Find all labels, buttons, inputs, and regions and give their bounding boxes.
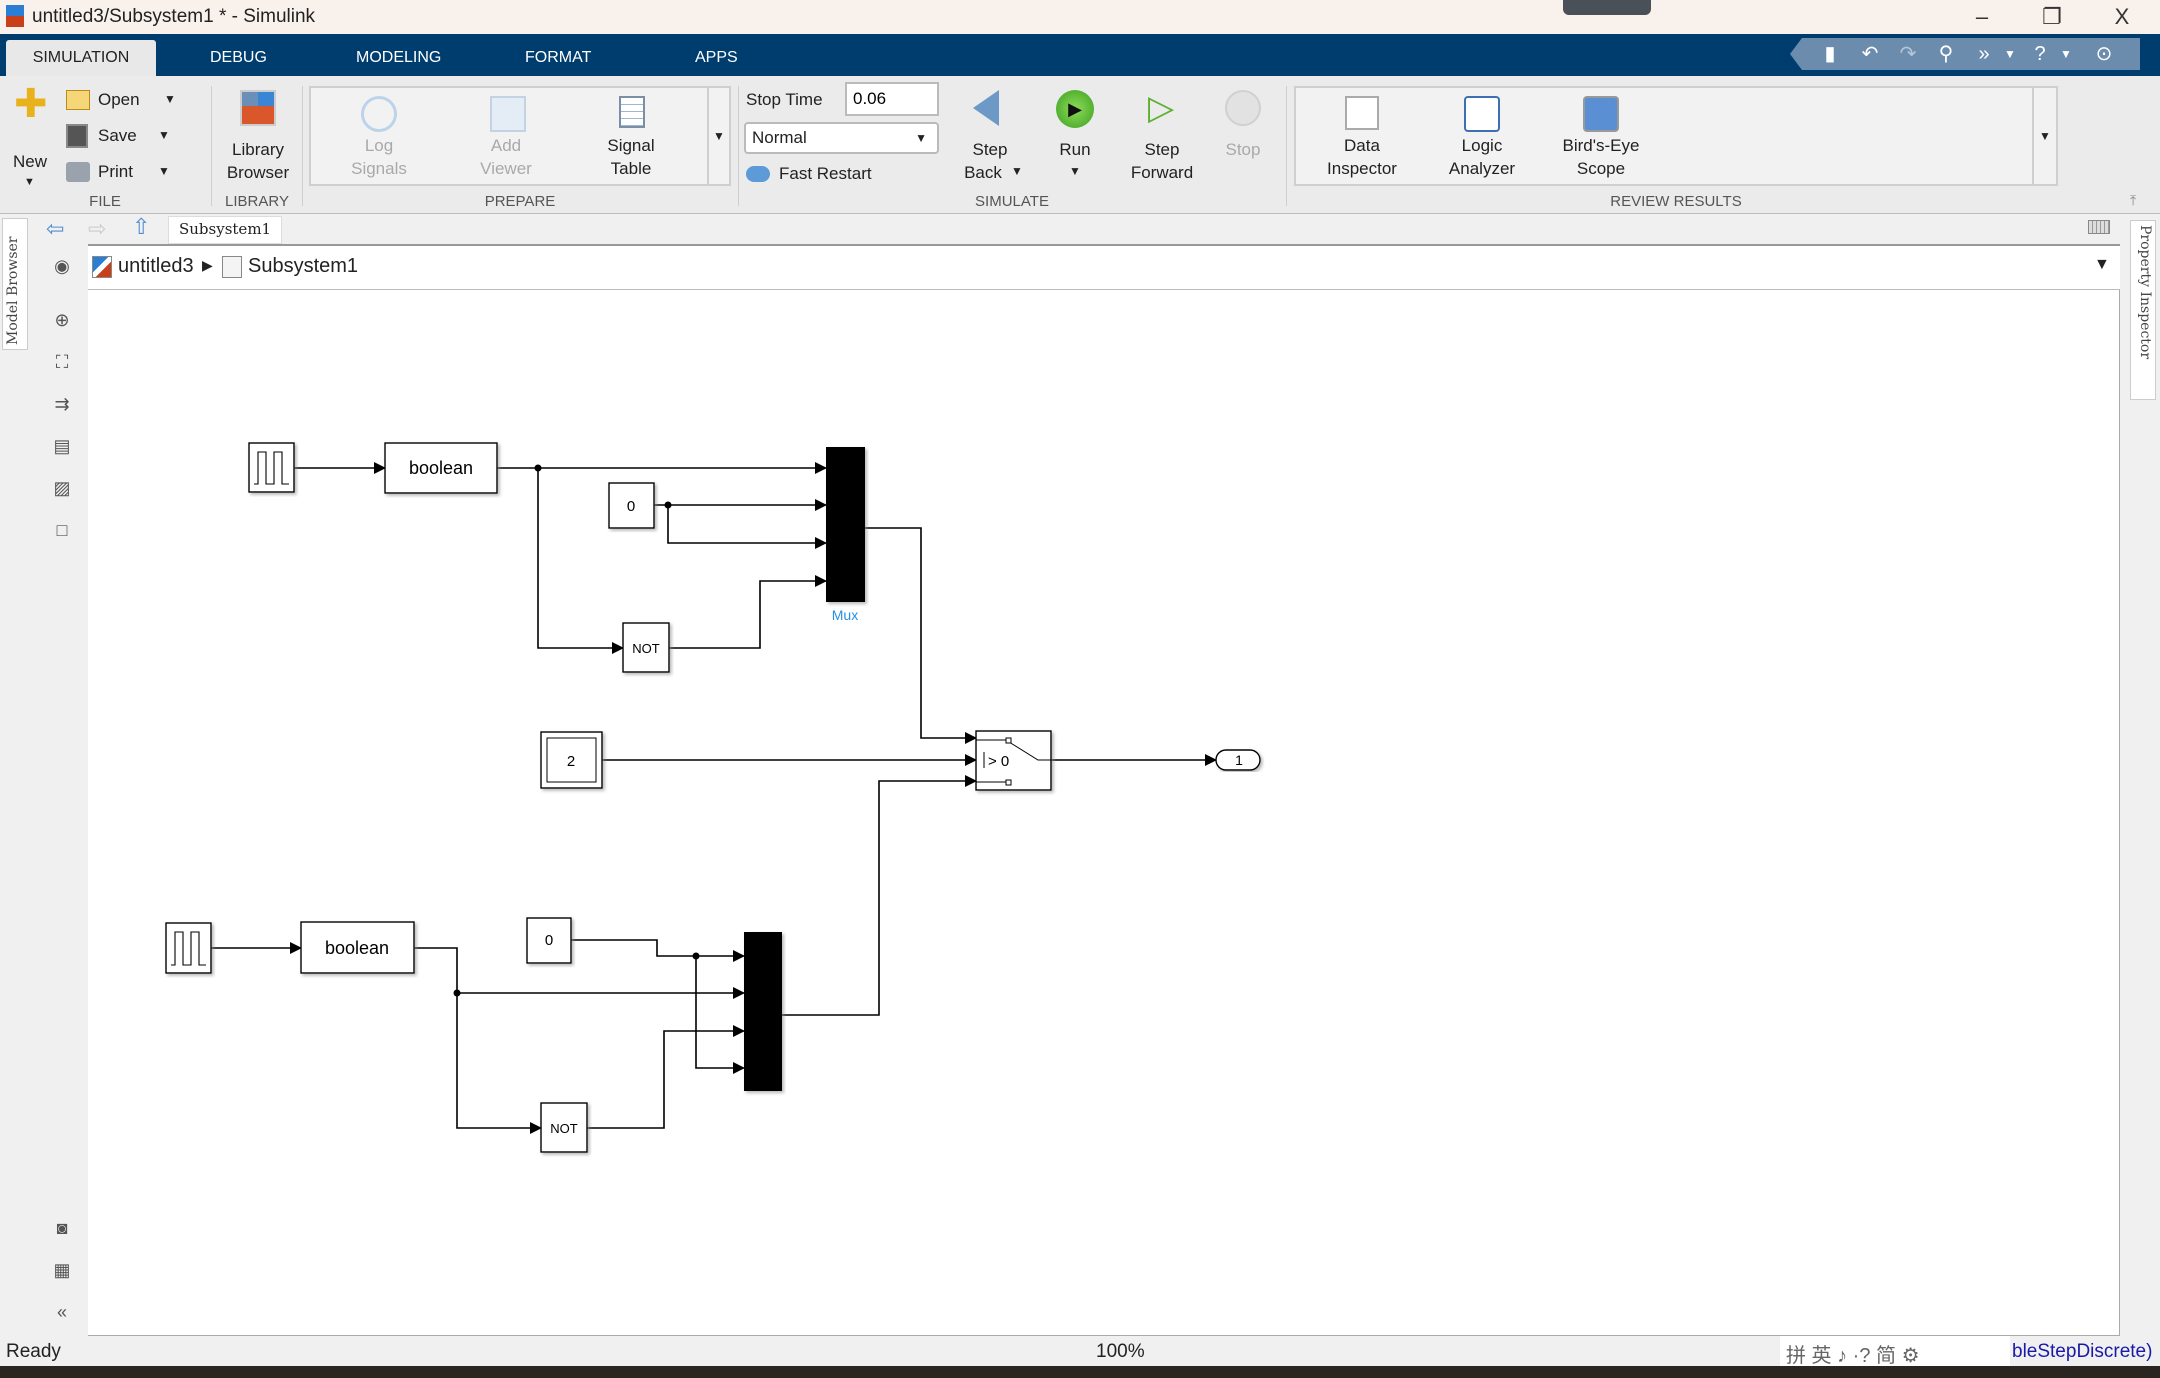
- constant-block[interactable]: 2: [540, 731, 603, 789]
- mux-block[interactable]: Mux: [826, 447, 865, 623]
- pulse-generator-block[interactable]: [165, 922, 212, 974]
- taskbar-strip: [0, 1366, 2160, 1378]
- switch-block[interactable]: > 0: [975, 730, 1052, 791]
- data-type-conversion-block[interactable]: boolean: [384, 442, 498, 494]
- signal-lines: [211, 462, 1217, 1134]
- block-label: NOT: [632, 641, 660, 656]
- block-label: 2: [567, 753, 575, 770]
- status-text: Ready: [6, 1341, 61, 1362]
- branch-points: [453, 464, 700, 997]
- block-label: boolean: [325, 938, 389, 958]
- block-label: 0: [545, 932, 553, 949]
- data-type-conversion-block[interactable]: boolean: [300, 921, 415, 974]
- block-label: boolean: [409, 458, 473, 478]
- block-label: 0: [627, 498, 635, 515]
- constant-block[interactable]: 0: [608, 482, 655, 529]
- status-bar: Ready 100% 拼 英 ♪ ·? 简 ⚙ bleStepDiscrete): [0, 1336, 2160, 1367]
- block-label: NOT: [550, 1121, 578, 1136]
- ime-toolbar[interactable]: 拼 英 ♪ ·? 简 ⚙: [1780, 1336, 2010, 1367]
- zoom-level: 100%: [1096, 1341, 1145, 1362]
- pulse-generator-block[interactable]: [248, 442, 295, 493]
- solver-status[interactable]: bleStepDiscrete): [2012, 1341, 2152, 1363]
- logical-not-block[interactable]: NOT: [622, 622, 670, 673]
- outport-number: 1: [1235, 752, 1243, 768]
- block-diagram: boolean 0 NOT Mux 2 > 0 1 boolean 0 NOT: [165, 442, 1261, 1153]
- mux-block[interactable]: [744, 932, 782, 1091]
- logical-not-block[interactable]: NOT: [540, 1102, 588, 1153]
- switch-threshold: > 0: [988, 753, 1009, 770]
- constant-block[interactable]: 0: [526, 917, 572, 964]
- mux-label: Mux: [832, 607, 858, 623]
- outport-block[interactable]: 1: [1215, 749, 1261, 771]
